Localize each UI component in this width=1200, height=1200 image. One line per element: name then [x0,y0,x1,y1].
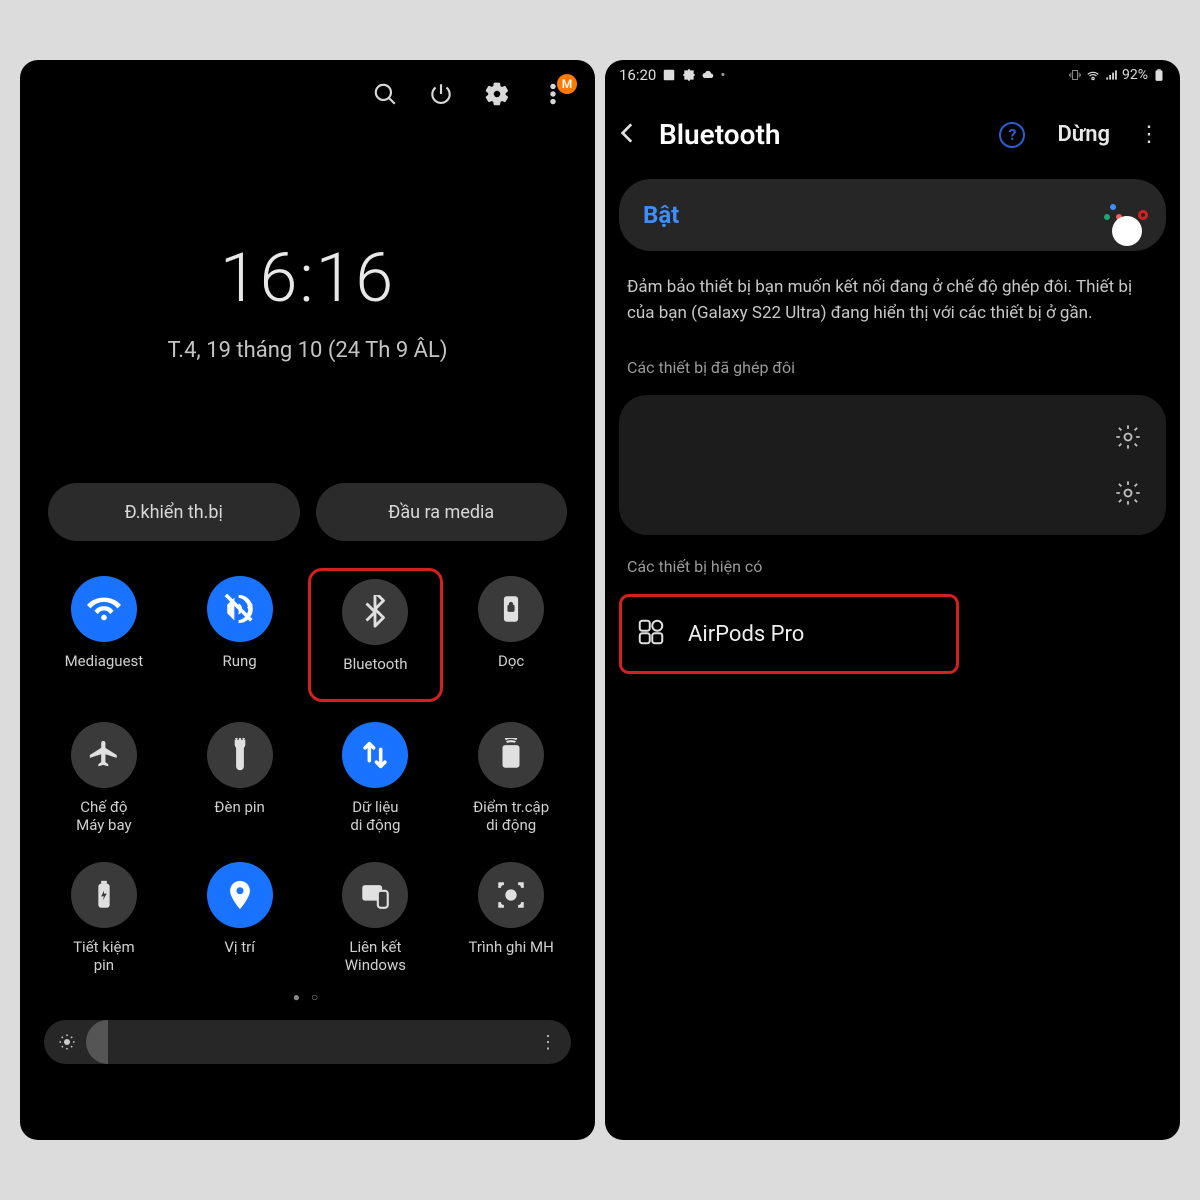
paired-device-row[interactable] [627,409,1158,465]
bluetooth-description: Đảm bảo thiết bị bạn muốn kết nối đang ở… [605,251,1180,336]
qs-wifi[interactable]: Mediaguest [44,576,164,694]
bluetooth-icon [342,579,408,645]
back-button[interactable] [615,120,641,150]
qs-label: Đèn pin [214,798,264,834]
gear-icon[interactable] [1114,479,1142,507]
qs-airplane[interactable]: Chế độ Máy bay [44,722,164,834]
qs-screen-recorder[interactable]: Trình ghi MH [451,862,571,974]
brightness-icon [58,1033,76,1051]
qs-label: Vị trí [224,938,255,974]
qs-label: Rung [223,652,257,688]
qs-label: Liên kết Windows [345,938,406,974]
screen-recorder-icon [478,862,544,928]
help-icon[interactable]: ? [999,122,1025,148]
device-control-button[interactable]: Đ.khiển th.bị [48,483,300,541]
bluetooth-status-label: Bật [643,201,1102,229]
paired-devices-title: Các thiết bị đã ghép đôi [605,336,1180,387]
battery-percent: 92% [1122,67,1148,83]
qs-flashlight[interactable]: Đèn pin [180,722,300,834]
wifi-icon [71,576,137,642]
qs-link-windows[interactable]: Liên kết Windows [316,862,436,974]
gear-icon[interactable] [483,80,511,108]
brightness-slider[interactable]: ⋮ [44,1020,571,1064]
available-device-name: AirPods Pro [688,622,804,647]
device-category-icon [636,617,666,651]
qs-label: Dữ liệu di động [350,798,400,834]
available-device-row[interactable]: AirPods Pro [619,594,959,674]
qs-battery-saver[interactable]: Tiết kiệm pin [44,862,164,974]
qs-label: Dọc [498,652,524,688]
page-indicator: ● ○ [20,990,595,1004]
page-title: Bluetooth [659,118,981,151]
qs-label: Bluetooth [343,655,407,691]
cloud-icon [702,69,714,81]
status-time: 16:20 [619,66,656,84]
vibrate-icon [207,576,273,642]
search-icon[interactable] [371,80,399,108]
portrait-lock-icon [478,576,544,642]
battery-status-icon [1152,68,1166,82]
brightness-menu-icon[interactable]: ⋮ [539,1032,557,1053]
qs-label: Điểm tr.cập di động [473,798,549,834]
stop-scan-button[interactable]: Dừng [1057,122,1110,147]
notification-badge: M [557,74,577,94]
vibrate-status-icon [1068,68,1082,82]
qs-label: Chế độ Máy bay [76,798,132,834]
paired-device-row[interactable] [627,465,1158,521]
wifi-status-icon [1086,68,1100,82]
qs-sound[interactable]: Rung [180,576,300,694]
qs-location[interactable]: Vị trí [180,862,300,974]
menu-icon[interactable]: ⋮ [1138,122,1160,147]
location-icon [207,862,273,928]
paired-devices-list [619,395,1166,535]
qs-label: Mediaguest [65,652,144,688]
image-icon [662,68,676,82]
bluetooth-toggle-card: Bật [619,179,1166,251]
power-icon[interactable] [427,80,455,108]
airplane-icon [71,722,137,788]
qs-mobile-data[interactable]: Dữ liệu di động [316,722,436,834]
quick-settings-panel: M 16:16 T.4, 19 tháng 10 (24 Th 9 ÂL) Đ.… [20,60,595,1140]
menu-icon[interactable]: M [539,80,567,108]
qs-rotation[interactable]: Dọc [451,576,571,694]
gear-icon[interactable] [1114,423,1142,451]
qs-label: Trình ghi MH [468,938,553,974]
puzzle-icon [682,68,696,82]
media-output-button[interactable]: Đầu ra media [316,483,568,541]
hotspot-icon [478,722,544,788]
flashlight-icon [207,722,273,788]
clock-date: T.4, 19 tháng 10 (24 Th 9 ÂL) [20,338,595,363]
qs-hotspot[interactable]: Điểm tr.cập di động [451,722,571,834]
qs-bluetooth[interactable]: Bluetooth [308,568,444,702]
status-bar: 16:20 • 92% [605,60,1180,90]
battery-saver-icon [71,862,137,928]
link-windows-icon [342,862,408,928]
available-devices-title: Các thiết bị hiện có [605,535,1180,586]
bluetooth-settings-screen: 16:20 • 92% Bluetooth ? Dừng ⋮ Bật [605,60,1180,1140]
data-arrows-icon [342,722,408,788]
qs-label: Tiết kiệm pin [73,938,135,974]
clock-time: 16:16 [20,238,595,318]
signal-status-icon [1104,68,1118,82]
